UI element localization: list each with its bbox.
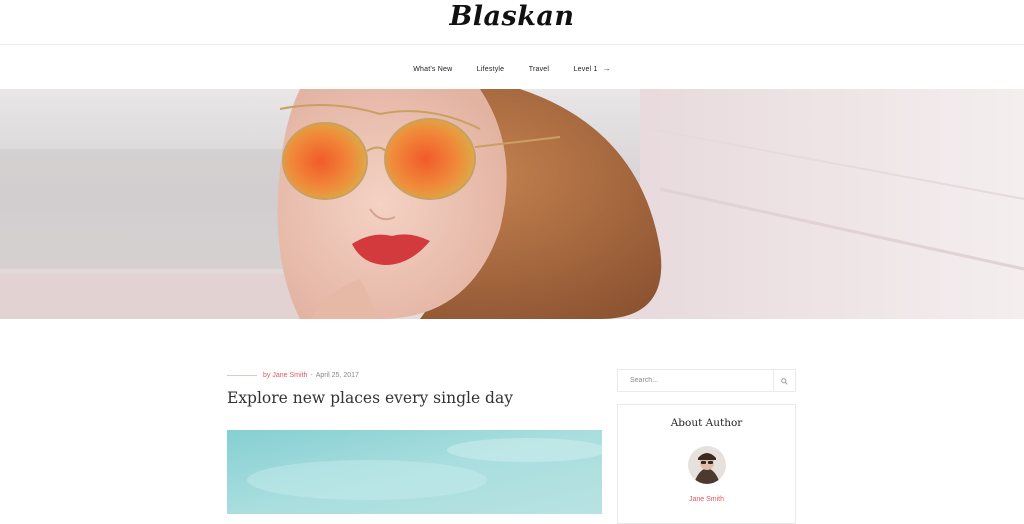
nav-item-label: What's New: [413, 66, 453, 73]
about-author-widget: About Author Jane Smith: [617, 404, 796, 524]
meta-separator: -: [310, 372, 313, 379]
post-meta: by Jane Smith - April 25, 2017: [227, 370, 587, 382]
main-nav: What's New Lifestyle Travel Level 1 →: [0, 58, 1024, 78]
search-icon: [781, 372, 788, 390]
site-logo[interactable]: Blaskan: [0, 0, 1024, 34]
author-avatar: [688, 446, 726, 484]
search-button[interactable]: [773, 370, 795, 391]
nav-item-label: Level 1: [573, 66, 598, 73]
nav-item-travel[interactable]: Travel: [529, 60, 549, 80]
meta-divider: [227, 374, 257, 376]
post-featured-image[interactable]: [227, 430, 602, 514]
chevron-right-icon: →: [602, 64, 611, 73]
post-title[interactable]: Explore new places every single day: [227, 387, 513, 409]
hero-image: [0, 89, 1024, 319]
nav-item-whats-new[interactable]: What's New: [413, 60, 452, 80]
nav-item-lifestyle[interactable]: Lifestyle: [477, 60, 504, 80]
post-author-link[interactable]: by Jane Smith: [263, 372, 307, 379]
nav-item-label: Lifestyle: [476, 66, 505, 73]
widget-title: About Author: [670, 417, 743, 429]
post-date[interactable]: April 25, 2017: [316, 372, 359, 379]
author-name-link[interactable]: Jane Smith: [618, 495, 795, 505]
nav-item-level-1[interactable]: Level 1 →: [574, 59, 611, 80]
search-input[interactable]: [618, 370, 774, 391]
search-form: [617, 369, 796, 392]
site-header: Blaskan: [0, 0, 1024, 45]
nav-item-label: Travel: [528, 66, 550, 73]
